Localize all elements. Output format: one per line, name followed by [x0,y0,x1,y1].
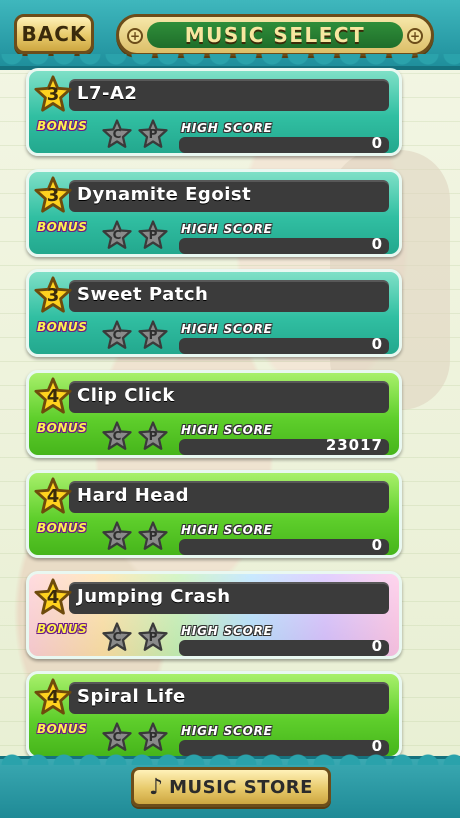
song-title: L7-A2 [77,83,138,104]
song-level: 4 [46,587,60,608]
high-score-label: HIGH SCORE [181,624,273,638]
song-title: Sweet Patch [77,284,209,305]
high-score-label: HIGH SCORE [181,423,273,437]
bonus-star-c-icon: C [101,119,133,149]
top-bar: BACK + MUSIC SELECT + [0,0,460,70]
high-score-value: 0 [371,637,383,655]
bonus-star-p-icon: P [137,421,169,451]
bonus-star-letter: C [112,328,122,342]
music-store-button[interactable]: ♪ MUSIC STORE [131,767,331,807]
high-score-label: HIGH SCORE [181,121,273,135]
plus-icon-left: + [127,28,143,44]
bonus-stars: CP [101,220,169,250]
bonus-star-p-icon: P [137,220,169,250]
bonus-star-letter: P [148,730,158,744]
bonus-stars: CP [101,521,169,551]
high-score-bar [179,137,389,153]
page-title: MUSIC SELECT [184,23,366,47]
song-title: Jumping Crash [77,586,231,607]
bonus-label: BONUS [37,320,88,334]
bonus-star-p-icon: P [137,521,169,551]
level-star-icon: 3 [34,75,72,113]
bonus-star-letter: P [148,127,158,141]
bonus-star-letter: P [148,429,158,443]
bonus-stars: CP [101,622,169,652]
song-level: 4 [46,687,60,708]
high-score-label: HIGH SCORE [181,322,273,336]
bonus-star-p-icon: P [137,622,169,652]
song-level: 3 [46,84,60,105]
bonus-stars: CP [101,421,169,451]
song-row[interactable]: 3 Dynamite Egoist BONUS C P HIGH SCORE 0 [26,169,402,257]
song-level: 4 [46,486,60,507]
song-row[interactable]: 4 Spiral Life BONUS C P HIGH SCORE 0 [26,671,402,759]
bonus-label: BONUS [37,119,88,133]
music-store-label: MUSIC STORE [169,776,313,798]
song-level: 3 [46,185,60,206]
bonus-star-p-icon: P [137,320,169,350]
bonus-star-letter: C [112,429,122,443]
bonus-stars: CP [101,722,169,752]
bonus-star-letter: P [148,630,158,644]
bonus-star-c-icon: C [101,421,133,451]
title-plate: + MUSIC SELECT + [116,14,434,56]
high-score-value: 0 [371,536,383,554]
bonus-stars: CP [101,119,169,149]
high-score-bar [179,640,389,656]
bonus-star-letter: P [148,328,158,342]
bonus-stars: CP [101,320,169,350]
level-star-icon: 4 [34,477,72,515]
plus-icon-right: + [407,28,423,44]
bonus-label: BONUS [37,622,88,636]
music-note-icon: ♪ [149,774,164,800]
song-title: Hard Head [77,485,190,506]
back-button[interactable]: BACK [14,14,94,54]
bonus-star-c-icon: C [101,722,133,752]
level-star-icon: 4 [34,678,72,716]
bonus-label: BONUS [37,220,88,234]
song-title: Spiral Life [77,686,186,707]
high-score-bar [179,338,389,354]
high-score-label: HIGH SCORE [181,523,273,537]
bonus-star-p-icon: P [137,722,169,752]
high-score-value: 0 [371,235,383,253]
bonus-star-letter: C [112,228,122,242]
bonus-star-letter: C [112,127,122,141]
bottom-bar: ♪ MUSIC STORE [0,749,460,818]
high-score-value: 0 [371,335,383,353]
song-level: 4 [46,386,60,407]
level-star-icon: 3 [34,276,72,314]
bonus-star-c-icon: C [101,622,133,652]
bonus-label: BONUS [37,722,88,736]
bonus-star-letter: P [148,529,158,543]
bonus-label: BONUS [37,521,88,535]
song-row[interactable]: 3 L7-A2 BONUS C P HIGH SCORE 0 [26,68,402,156]
high-score-label: HIGH SCORE [181,222,273,236]
bonus-star-c-icon: C [101,521,133,551]
bonus-star-letter: P [148,228,158,242]
song-level: 3 [46,285,60,306]
bonus-label: BONUS [37,421,88,435]
level-star-icon: 3 [34,176,72,214]
bonus-star-p-icon: P [137,119,169,149]
level-star-icon: 4 [34,377,72,415]
bonus-star-letter: C [112,630,122,644]
high-score-value: 23017 [325,436,383,454]
high-score-bar [179,539,389,555]
bonus-star-letter: C [112,730,122,744]
bonus-star-letter: C [112,529,122,543]
high-score-bar [179,238,389,254]
song-row[interactable]: 4 Clip Click BONUS C P HIGH SCORE 23017 [26,370,402,458]
bonus-star-c-icon: C [101,320,133,350]
song-title: Dynamite Egoist [77,184,252,205]
song-row[interactable]: 3 Sweet Patch BONUS C P HIGH SCORE 0 [26,269,402,357]
bonus-star-c-icon: C [101,220,133,250]
song-title: Clip Click [77,385,175,406]
level-star-icon: 4 [34,578,72,616]
high-score-label: HIGH SCORE [181,724,273,738]
song-row[interactable]: 4 Hard Head BONUS C P HIGH SCORE 0 [26,470,402,558]
high-score-value: 0 [371,134,383,152]
song-row[interactable]: 4 Jumping Crash BONUS C P HIGH SCORE 0 [26,571,402,659]
